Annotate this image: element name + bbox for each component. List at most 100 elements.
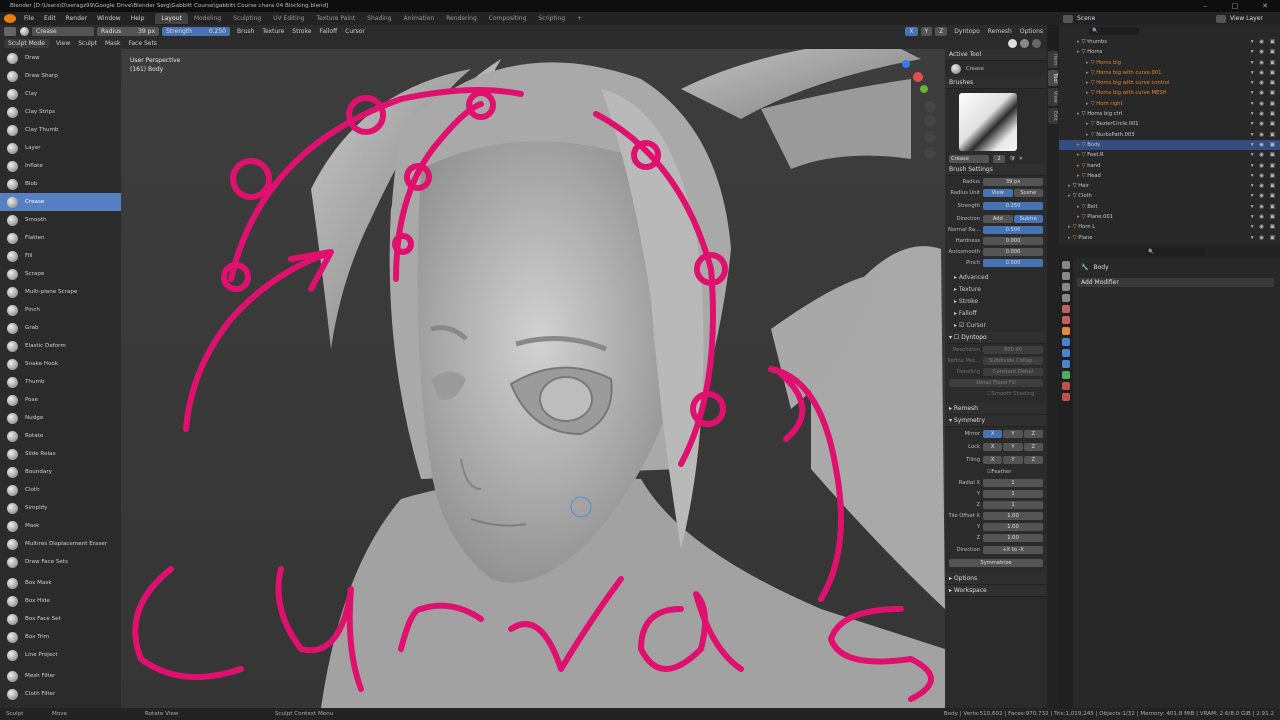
radius-field[interactable]: 39 px bbox=[983, 177, 1043, 186]
outliner-row-beziercircle-001[interactable]: ▸ ▽ BezierCircle.001 ▾ ◉ ▣ bbox=[1059, 119, 1280, 129]
outliner-row-hair[interactable]: ▸ ▽ Hair ▾ ◉ ▣ bbox=[1059, 181, 1280, 191]
expand-chevron-icon[interactable]: ▸ bbox=[1068, 235, 1071, 241]
tool-boundary[interactable]: Boundary bbox=[0, 463, 121, 481]
workspace-tab-sculpting[interactable]: Sculpting bbox=[227, 13, 267, 24]
add-workspace-button[interactable]: + bbox=[571, 13, 588, 24]
visibility-icon[interactable]: ▾ ◉ ▣ bbox=[1251, 47, 1277, 57]
symmetrize-direction-dropdown[interactable]: +X to -X bbox=[983, 546, 1043, 554]
menu-sculpt[interactable]: Sculpt bbox=[78, 40, 97, 47]
camera-icon[interactable] bbox=[924, 131, 936, 143]
tool-line-project[interactable]: Line Project bbox=[0, 646, 121, 664]
menu-falloff[interactable]: Falloff bbox=[319, 28, 337, 35]
menu-stroke[interactable]: Stroke bbox=[292, 28, 311, 35]
tool-fill[interactable]: Fill bbox=[0, 247, 121, 265]
brush-datablock-name[interactable]: Crease bbox=[949, 154, 989, 163]
workspace-tab-shading[interactable]: Shading bbox=[361, 13, 397, 24]
outliner-row-horns[interactable]: ▸ ▽ Horns ▾ ◉ ▣ bbox=[1059, 47, 1280, 57]
world-props-icon[interactable] bbox=[1062, 316, 1070, 324]
tiling-x[interactable]: X bbox=[983, 455, 1003, 464]
tool-box-hide[interactable]: Box Hide bbox=[0, 592, 121, 610]
radial-y-field[interactable]: 1 bbox=[983, 489, 1043, 498]
fake-user-icon[interactable]: 🛡 bbox=[1009, 156, 1016, 162]
visibility-icon[interactable]: ▾ ◉ ▣ bbox=[1251, 191, 1277, 201]
visibility-icon[interactable]: ▾ ◉ ▣ bbox=[1251, 212, 1277, 222]
tool-inflate[interactable]: Inflate bbox=[0, 157, 121, 175]
gizmo-x-icon[interactable] bbox=[913, 72, 923, 82]
workspace-tab-scripting[interactable]: Scripting bbox=[532, 13, 571, 24]
outliner-row-horn-right[interactable]: ▸ ▽ Horn right ▾ ◉ ▣ bbox=[1059, 99, 1280, 109]
tool-scrape[interactable]: Scrape bbox=[0, 265, 121, 283]
expand-chevron-icon[interactable]: ▸ bbox=[1077, 111, 1080, 117]
options-menu[interactable]: Options bbox=[1020, 28, 1043, 35]
menu-cursor[interactable]: Cursor bbox=[345, 28, 365, 35]
expand-chevron-icon[interactable]: ▸ bbox=[1086, 60, 1089, 66]
tab-view[interactable]: View bbox=[1048, 88, 1058, 106]
dyntopo-menu[interactable]: Dyntopo bbox=[954, 28, 979, 35]
strength-field[interactable]: Strength 0.250 bbox=[162, 26, 230, 36]
radius-field[interactable]: Radius 39 px bbox=[97, 26, 159, 36]
tool-snake-hook[interactable]: Snake Hook bbox=[0, 355, 121, 373]
symmetry-y-toggle[interactable]: Y bbox=[920, 26, 933, 36]
menu-edit[interactable]: Edit bbox=[39, 12, 61, 25]
menu-texture[interactable]: Texture bbox=[262, 28, 284, 35]
outliner-row-hand[interactable]: ▸ ▽ hand ▾ ◉ ▣ bbox=[1059, 161, 1280, 171]
expand-chevron-icon[interactable]: ▸ bbox=[1086, 121, 1089, 127]
add-modifier-dropdown[interactable]: Add Modifier bbox=[1077, 278, 1274, 287]
view-layer-icon[interactable] bbox=[1216, 14, 1226, 23]
lock-z[interactable]: Z bbox=[1023, 442, 1043, 451]
workspace-tab-compositing[interactable]: Compositing bbox=[483, 13, 533, 24]
resolution-field[interactable]: 800.40 bbox=[983, 345, 1043, 354]
outliner-row-plane-001[interactable]: ▸ ▽ Plane.001 ▾ ◉ ▣ bbox=[1059, 212, 1280, 222]
lock-y[interactable]: Y bbox=[1003, 442, 1023, 451]
brush-thumbnail[interactable] bbox=[959, 93, 1017, 151]
visibility-icon[interactable]: ▾ ◉ ▣ bbox=[1251, 150, 1277, 160]
expand-chevron-icon[interactable]: ▸ bbox=[1077, 39, 1080, 45]
visibility-icon[interactable]: ▾ ◉ ▣ bbox=[1251, 161, 1277, 171]
refine-method-dropdown[interactable]: Subdivide Collap... bbox=[983, 356, 1043, 365]
tool-box-trim[interactable]: Box Trim bbox=[0, 628, 121, 646]
advanced-subpanel[interactable]: ▸ Advanced bbox=[945, 272, 1047, 284]
solid-shading-icon[interactable] bbox=[1008, 38, 1017, 48]
menu-mask[interactable]: Mask bbox=[105, 40, 120, 47]
brush-users-count[interactable]: 2 bbox=[993, 154, 1005, 163]
particles-props-icon[interactable] bbox=[1062, 349, 1070, 357]
tool-blob[interactable]: Blob bbox=[0, 175, 121, 193]
radial-z-field[interactable]: 1 bbox=[983, 500, 1043, 509]
modifier-props-icon[interactable] bbox=[1062, 338, 1070, 346]
smooth-shading-checkbox[interactable]: Smooth Shading bbox=[992, 391, 1035, 397]
outliner-row-belt[interactable]: ▸ ▽ Belt ▾ ◉ ▣ bbox=[1059, 202, 1280, 212]
tiling-z[interactable]: Z bbox=[1023, 455, 1043, 464]
hardness-field[interactable]: 0.000 bbox=[983, 236, 1043, 245]
symmetry-header[interactable]: ▾ Symmetry bbox=[945, 415, 1047, 427]
texture-subpanel[interactable]: ▸ Texture bbox=[945, 284, 1047, 296]
tile-offset-y-field[interactable]: 1.00 bbox=[983, 522, 1043, 531]
brushes-header[interactable]: Brushes bbox=[945, 77, 1047, 89]
visibility-icon[interactable]: ▾ ◉ ▣ bbox=[1251, 233, 1277, 243]
expand-chevron-icon[interactable]: ▸ bbox=[1086, 132, 1089, 138]
editor-type-icon[interactable] bbox=[4, 26, 16, 36]
menu-window[interactable]: Window bbox=[92, 12, 126, 25]
visibility-icon[interactable]: ▾ ◉ ▣ bbox=[1251, 109, 1277, 119]
tab-edit[interactable]: Edit bbox=[1048, 107, 1058, 124]
view-layer-selector[interactable]: View Layer bbox=[1230, 15, 1280, 22]
tile-offset-x-field[interactable]: 1.00 bbox=[983, 511, 1043, 520]
brush-settings-header[interactable]: Brush Settings bbox=[945, 164, 1047, 176]
expand-chevron-icon[interactable]: ▸ bbox=[1086, 101, 1089, 107]
tab-tool[interactable]: Tool bbox=[1048, 70, 1058, 87]
outliner-row-body[interactable]: ▸ ▽ Body ▾ ◉ ▣ bbox=[1059, 139, 1280, 151]
object-props-icon[interactable] bbox=[1062, 327, 1070, 335]
tool-flatten[interactable]: Flatten bbox=[0, 229, 121, 247]
visibility-icon[interactable]: ▾ ◉ ▣ bbox=[1251, 202, 1277, 212]
workspace-tab-rendering[interactable]: Rendering bbox=[440, 13, 483, 24]
outliner-row-horns-big-ctrl[interactable]: ▸ ▽ Horns big ctrl ▾ ◉ ▣ bbox=[1059, 109, 1280, 119]
gizmo-z-icon[interactable] bbox=[902, 60, 910, 68]
maximize-button[interactable]: □ bbox=[1220, 0, 1250, 12]
menu-face-sets[interactable]: Face Sets bbox=[128, 40, 156, 47]
outliner-row-horns-big-with-curve-001[interactable]: ▸ ▽ Horns big with curve.001 ▾ ◉ ▣ bbox=[1059, 68, 1280, 78]
workspace-tab-uv-editing[interactable]: UV Editing bbox=[267, 13, 310, 24]
outliner-row-horns-big-with-curve-mesh[interactable]: ▸ ▽ Horns big with curve MESH ▾ ◉ ▣ bbox=[1059, 88, 1280, 98]
outliner-row-nurbspath-003[interactable]: ▸ ▽ NurbsPath.003 ▾ ◉ ▣ bbox=[1059, 130, 1280, 140]
unlink-icon[interactable]: ✕ bbox=[1019, 156, 1023, 162]
expand-chevron-icon[interactable]: ▸ bbox=[1077, 204, 1080, 210]
options-header[interactable]: ▸ Options bbox=[945, 573, 1047, 585]
